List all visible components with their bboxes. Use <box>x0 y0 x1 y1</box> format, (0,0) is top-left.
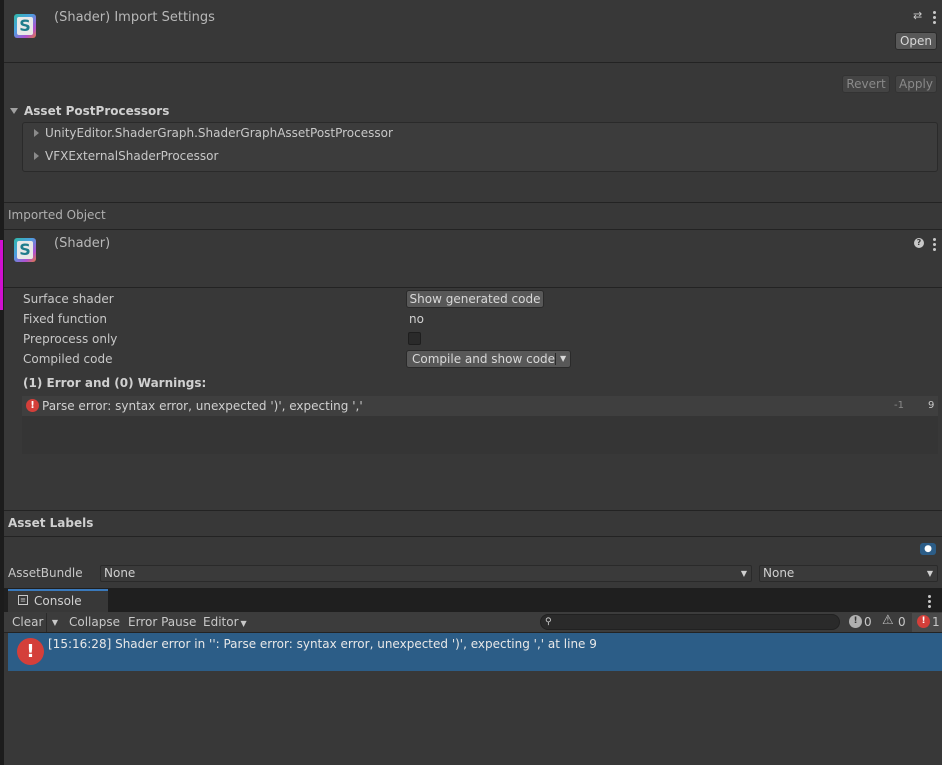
error-pause-button[interactable]: Error Pause <box>128 613 196 632</box>
postprocessors-title: Asset PostProcessors <box>24 104 170 118</box>
collapse-button[interactable]: Collapse <box>69 613 120 632</box>
console-tab-label: Console <box>34 594 82 608</box>
label-tag-icon[interactable]: ● <box>920 543 936 555</box>
error-count-icon: ! <box>917 615 930 628</box>
info-count-icon[interactable]: ! <box>849 615 862 628</box>
context-menu-icon[interactable] <box>933 238 936 253</box>
show-generated-code-button[interactable]: Show generated code <box>406 290 544 308</box>
imported-object-title: (Shader) <box>54 236 111 251</box>
surface-shader-label: Surface shader <box>23 292 114 306</box>
help-icon[interactable]: ? <box>914 238 924 248</box>
chevron-down-icon: ▼ <box>926 569 933 578</box>
foldout-arrow-icon <box>10 108 18 114</box>
shader-file-icon: S <box>14 14 36 38</box>
error-icon: ! <box>26 399 39 412</box>
inspector-title: (Shader) Import Settings <box>54 10 215 25</box>
console-tab[interactable]: ≡ Console <box>8 589 108 612</box>
console-log-entry[interactable]: ! [15:16:28] Shader error in '': Parse e… <box>8 633 942 671</box>
info-count: 0 <box>864 615 872 629</box>
console-icon: ≡ <box>18 595 28 605</box>
assetbundle-dropdown[interactable]: None ▼ <box>100 565 752 582</box>
warning-count: 0 <box>898 615 906 629</box>
error-column: -1 <box>894 400 904 411</box>
dropdown-divider <box>555 353 556 365</box>
assetbundle-variant-dropdown[interactable]: None ▼ <box>759 565 938 582</box>
asset-labels-title: Asset Labels <box>8 516 94 530</box>
fixed-function-value: no <box>409 312 424 326</box>
error-message: Parse error: syntax error, unexpected ')… <box>42 399 363 413</box>
error-row[interactable]: ! Parse error: syntax error, unexpected … <box>22 396 938 416</box>
open-button[interactable]: Open <box>895 32 937 50</box>
preset-icon[interactable]: ⇄ <box>913 10 924 21</box>
left-edge-accent <box>0 240 3 310</box>
compile-and-show-code-button[interactable]: Compile and show code ▼ <box>406 350 571 368</box>
revert-button[interactable]: Revert <box>842 75 890 93</box>
editor-dropdown[interactable]: Editor ▼ <box>203 613 247 632</box>
chevron-down-icon: ▼ <box>240 619 247 628</box>
console-search-input[interactable]: ⚲ <box>540 614 840 630</box>
preprocess-only-checkbox[interactable] <box>408 332 421 345</box>
foldout-arrow-icon <box>34 152 39 160</box>
error-count: 1 <box>932 615 940 629</box>
apply-button[interactable]: Apply <box>895 75 937 93</box>
postprocessors-foldout[interactable]: Asset PostProcessors <box>10 104 169 118</box>
foldout-arrow-icon <box>34 129 39 137</box>
postprocessor-item[interactable]: VFXExternalShaderProcessor <box>34 149 218 163</box>
assetbundle-label: AssetBundle <box>8 566 83 580</box>
warning-count-icon[interactable]: ⚠ <box>882 613 894 628</box>
imported-object-label: Imported Object <box>8 208 106 222</box>
dropdown-arrow-icon[interactable]: ▼ <box>560 351 566 367</box>
search-icon: ⚲ <box>545 617 552 627</box>
fixed-function-label: Fixed function <box>23 312 107 326</box>
compiled-code-label: Compiled code <box>23 352 113 366</box>
console-tabbar <box>4 588 942 612</box>
error-line: 9 <box>928 400 935 411</box>
postprocessor-item[interactable]: UnityEditor.ShaderGraph.ShaderGraphAsset… <box>34 126 393 140</box>
console-menu-icon[interactable] <box>928 595 931 610</box>
shader-asset-icon: S <box>14 238 36 262</box>
log-entry-text: [15:16:28] Shader error in '': Parse err… <box>48 637 597 651</box>
error-icon: ! <box>17 638 44 665</box>
clear-button[interactable]: Clear <box>12 613 43 632</box>
context-menu-icon[interactable] <box>933 11 936 26</box>
clear-options-dropdown[interactable]: ▼ <box>46 613 63 632</box>
chevron-down-icon: ▼ <box>740 569 747 578</box>
errors-heading: (1) Error and (0) Warnings: <box>23 376 207 390</box>
preprocess-only-label: Preprocess only <box>23 332 118 346</box>
